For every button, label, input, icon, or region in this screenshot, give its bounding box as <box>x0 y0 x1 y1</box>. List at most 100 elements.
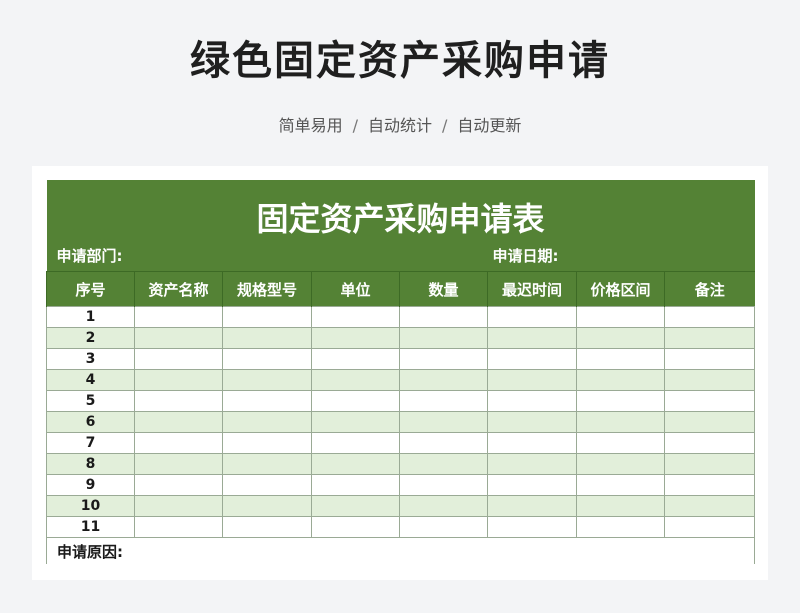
table-cell[interactable] <box>134 306 223 328</box>
row-number-cell: 6 <box>46 411 135 433</box>
table-cell[interactable] <box>664 516 755 538</box>
table-cell[interactable] <box>134 411 223 433</box>
table-cell[interactable] <box>134 516 223 538</box>
table-cell[interactable] <box>399 369 488 391</box>
table-cell[interactable] <box>399 474 488 496</box>
table-cell[interactable] <box>311 306 400 328</box>
row-number-cell: 8 <box>46 453 135 475</box>
table-cell[interactable] <box>576 516 665 538</box>
table-cell[interactable] <box>664 369 755 391</box>
table-cell[interactable] <box>664 327 755 349</box>
row-number-cell: 9 <box>46 474 135 496</box>
table-cell[interactable] <box>134 348 223 370</box>
table-cell[interactable] <box>576 390 665 412</box>
tag-auto-update: 自动更新 <box>457 116 522 135</box>
table-cell[interactable] <box>487 495 577 517</box>
row-number-cell: 10 <box>46 495 135 517</box>
table-cell[interactable] <box>487 390 577 412</box>
table-cell[interactable] <box>664 432 755 454</box>
table-cell[interactable] <box>487 474 577 496</box>
table-cell[interactable] <box>134 432 223 454</box>
table-cell[interactable] <box>664 306 755 328</box>
table-cell[interactable] <box>664 390 755 412</box>
table-cell[interactable] <box>576 432 665 454</box>
row-number-cell: 4 <box>46 369 135 391</box>
table-cell[interactable] <box>134 369 223 391</box>
table-cell[interactable] <box>134 495 223 517</box>
table-cell[interactable] <box>222 474 312 496</box>
table-cell[interactable] <box>487 348 577 370</box>
table-cell[interactable] <box>311 474 400 496</box>
table-cell[interactable] <box>134 390 223 412</box>
table-cell[interactable] <box>399 516 488 538</box>
column-header-remarks: 备注 <box>664 271 755 307</box>
table-cell[interactable] <box>134 453 223 475</box>
table-cell[interactable] <box>664 348 755 370</box>
table-row: 2 <box>46 327 755 349</box>
table-row: 10 <box>46 495 755 517</box>
table-cell[interactable] <box>311 453 400 475</box>
table-cell[interactable] <box>134 327 223 349</box>
row-number-cell: 2 <box>46 327 135 349</box>
table-cell[interactable] <box>311 411 400 433</box>
table-cell[interactable] <box>222 516 312 538</box>
table-cell[interactable] <box>576 474 665 496</box>
table-cell[interactable] <box>222 432 312 454</box>
row-number-cell: 11 <box>46 516 135 538</box>
table-cell[interactable] <box>222 411 312 433</box>
column-header-row: 序号 资产名称 规格型号 单位 数量 最迟时间 价格区间 备注 <box>46 271 755 307</box>
table-cell[interactable] <box>399 306 488 328</box>
table-cell[interactable] <box>487 306 577 328</box>
table-cell[interactable] <box>222 348 312 370</box>
table-cell[interactable] <box>222 495 312 517</box>
table-cell[interactable] <box>399 432 488 454</box>
table-cell[interactable] <box>399 453 488 475</box>
table-cell[interactable] <box>487 411 577 433</box>
table-cell[interactable] <box>487 453 577 475</box>
table-cell[interactable] <box>222 369 312 391</box>
table-cell[interactable] <box>311 495 400 517</box>
table-cell[interactable] <box>311 390 400 412</box>
table-cell[interactable] <box>576 306 665 328</box>
table-cell[interactable] <box>487 432 577 454</box>
column-header-asset-name: 资产名称 <box>134 271 223 307</box>
table-cell[interactable] <box>222 306 312 328</box>
row-number-cell: 7 <box>46 432 135 454</box>
table-cell[interactable] <box>487 327 577 349</box>
table-cell[interactable] <box>134 474 223 496</box>
column-header-deadline: 最迟时间 <box>487 271 577 307</box>
reason-label: 申请原因: <box>46 537 755 564</box>
table-cell[interactable] <box>576 369 665 391</box>
table-cell[interactable] <box>487 369 577 391</box>
table-row: 9 <box>46 474 755 496</box>
table-cell[interactable] <box>311 348 400 370</box>
table-cell[interactable] <box>222 453 312 475</box>
table-cell[interactable] <box>399 495 488 517</box>
form-title: 固定资产采购申请表 <box>256 200 545 238</box>
table-row: 1 <box>46 306 755 328</box>
table-row: 7 <box>46 432 755 454</box>
table-cell[interactable] <box>222 390 312 412</box>
table-cell[interactable] <box>664 411 755 433</box>
table-cell[interactable] <box>664 474 755 496</box>
table-cell[interactable] <box>487 516 577 538</box>
table-cell[interactable] <box>576 495 665 517</box>
table-cell[interactable] <box>399 327 488 349</box>
table-cell[interactable] <box>664 495 755 517</box>
table-cell[interactable] <box>399 390 488 412</box>
table-cell[interactable] <box>311 369 400 391</box>
table-cell[interactable] <box>664 453 755 475</box>
table-cell[interactable] <box>222 327 312 349</box>
table-cell[interactable] <box>576 453 665 475</box>
table-cell[interactable] <box>311 432 400 454</box>
table-cell[interactable] <box>576 327 665 349</box>
department-label: 申请部门: <box>56 247 123 265</box>
tag-auto-stat: 自动统计 <box>367 116 432 135</box>
table-cell[interactable] <box>576 348 665 370</box>
table-cell[interactable] <box>399 411 488 433</box>
table-cell[interactable] <box>399 348 488 370</box>
table-cell[interactable] <box>576 411 665 433</box>
table-cell[interactable] <box>311 327 400 349</box>
table-cell[interactable] <box>311 516 400 538</box>
tag-separator: / <box>352 116 358 135</box>
